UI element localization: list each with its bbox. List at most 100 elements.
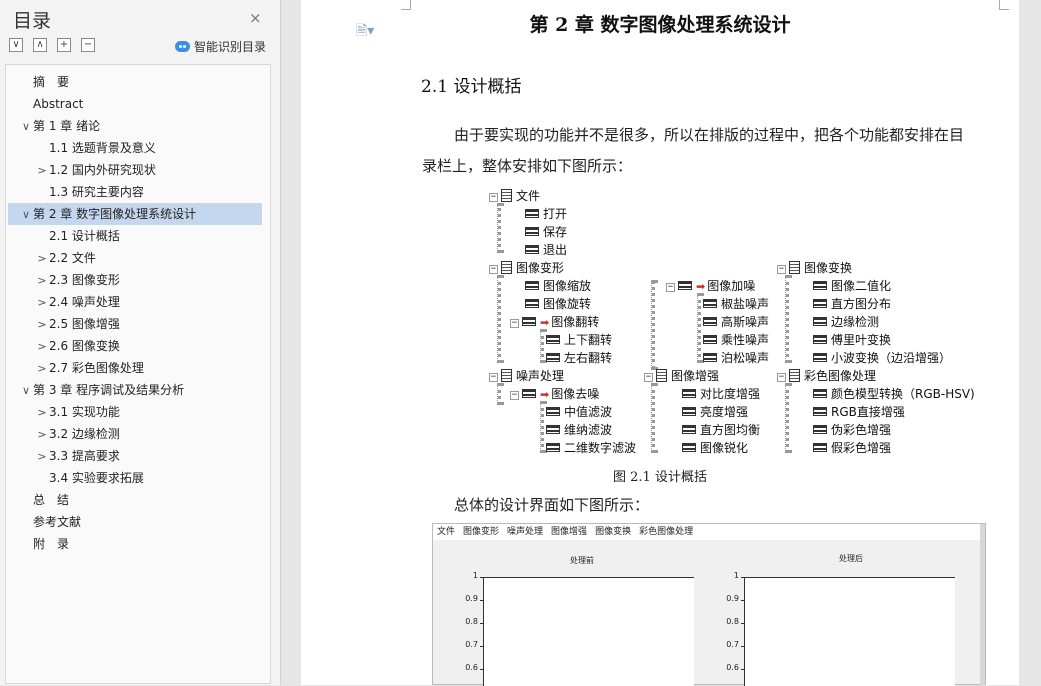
y-tick-label: 0.8 — [465, 617, 478, 626]
toc-item[interactable]: >3.3 提高要求 — [11, 445, 120, 467]
toc-item[interactable]: ∨ 第 2 章 数字图像处理系统设计 — [8, 203, 262, 225]
tree-line — [651, 383, 655, 453]
tree-item: 泊松噪声 — [703, 350, 769, 366]
toc-item[interactable]: 附 录 — [11, 533, 69, 555]
paragraph-line: 录栏上，整体安排如下图所示： — [422, 157, 633, 175]
chevron-right-icon[interactable]: > — [35, 160, 49, 182]
toc-list: 摘 要 Abstract ∨ 第 1 章 绪论 1.1 选题背景及意义 >1.2 国内外研… — [5, 64, 271, 684]
toc-item[interactable]: 1.3 研究主要内容 — [11, 181, 144, 203]
tree-item: 退出 — [525, 242, 567, 258]
corner-mark — [999, 0, 1009, 10]
toc-item[interactable]: >2.2 文件 — [11, 247, 96, 269]
y-tick — [480, 600, 483, 601]
gui-scrollbar — [980, 524, 985, 686]
toc-item[interactable]: >3.1 实现功能 — [11, 401, 120, 423]
smart-toc-label: 智能识别目录 — [194, 40, 267, 54]
toc-item[interactable]: ∨ 第 1 章 绪论 — [11, 115, 100, 137]
y-tick — [741, 669, 744, 670]
toc-sidebar: 目录 × ∨ ∧ + − 智能识别目录 摘 要 Abstract ∨ 第 1 章 绪论… — [0, 0, 281, 685]
toc-item[interactable]: 总 结 — [11, 489, 69, 511]
gui-menu-item: 图像变换 — [595, 527, 632, 537]
chevron-right-icon[interactable]: > — [35, 270, 49, 292]
gui-menu-item: 图像变形 — [463, 527, 500, 537]
toc-item-label: 参考文献 — [33, 515, 82, 529]
menu-item-icon — [525, 245, 539, 254]
collapse-all-icon[interactable]: ∨ — [9, 38, 23, 52]
y-tick-label: 1 — [733, 571, 739, 580]
chevron-down-icon[interactable]: ∨ — [19, 380, 33, 402]
tree-node-file: − 文件 — [489, 189, 541, 203]
tree-line — [785, 275, 789, 363]
tree-item: 直方图分布 — [813, 296, 891, 312]
gui-menu-item: 文件 — [437, 527, 456, 537]
toc-item[interactable]: 摘 要 — [11, 71, 69, 93]
toc-item-label: 2.2 文件 — [49, 251, 96, 265]
document-icon — [789, 261, 800, 274]
y-tick — [741, 646, 744, 647]
toc-item-label: 3.1 实现功能 — [49, 405, 120, 419]
tree-line — [497, 203, 501, 253]
toc-item-label: 3.3 提高要求 — [49, 449, 120, 463]
menu-item-icon — [813, 335, 827, 344]
toc-item[interactable]: 2.1 设计概括 — [11, 225, 120, 247]
menu-item-icon — [813, 389, 827, 398]
add-heading-icon[interactable]: + — [57, 38, 71, 52]
tree-item: 二维数字滤波 — [546, 440, 636, 456]
tree-node-color: − 彩色图像处理 — [777, 369, 877, 383]
toc-item[interactable]: >2.7 彩色图像处理 — [11, 357, 144, 379]
tree-item: 伪彩色增强 — [813, 422, 891, 438]
figure-caption: 图 2.1 设计概括 — [613, 470, 707, 485]
expand-up-icon[interactable]: ∧ — [33, 38, 47, 52]
toc-item-label: 第 1 章 绪论 — [33, 119, 101, 133]
chevron-right-icon[interactable]: > — [35, 314, 49, 336]
toc-item[interactable]: Abstract — [11, 93, 83, 115]
tree-item: 图像二值化 — [813, 278, 891, 294]
plot-title-after: 处理后 — [839, 554, 863, 563]
toc-item[interactable]: >2.3 图像变形 — [11, 269, 120, 291]
chevron-down-icon[interactable]: ∨ — [19, 116, 33, 138]
toc-item[interactable]: 3.4 实验要求拓展 — [11, 467, 144, 489]
chevron-right-icon[interactable]: > — [35, 248, 49, 270]
toc-item[interactable]: 1.1 选题背景及意义 — [11, 137, 156, 159]
toc-item[interactable]: 参考文献 — [11, 511, 81, 533]
menu-item-icon — [525, 209, 539, 218]
chevron-down-icon[interactable]: ∨ — [19, 204, 33, 226]
toc-item[interactable]: >2.4 噪声处理 — [11, 291, 120, 313]
toc-item[interactable]: >3.2 边缘检测 — [11, 423, 120, 445]
tree-item: 打开 — [525, 206, 567, 222]
ai-robot-icon — [175, 41, 190, 52]
toc-item[interactable]: >2.5 图像增强 — [11, 313, 120, 335]
chevron-right-icon[interactable]: > — [35, 336, 49, 358]
y-tick-label: 0.6 — [465, 663, 478, 672]
smart-toc-button[interactable]: 智能识别目录 — [175, 38, 266, 55]
toc-item[interactable]: ∨ 第 3 章 程序调试及结果分析 — [11, 379, 184, 401]
menu-item-icon — [703, 353, 717, 362]
gui-menu-item: 噪声处理 — [507, 527, 544, 537]
y-tick — [741, 623, 744, 624]
menu-item-icon — [546, 335, 560, 344]
toc-item-label: 附 录 — [33, 537, 70, 551]
chevron-right-icon[interactable]: > — [35, 358, 49, 380]
toc-item[interactable]: >1.2 国内外研究现状 — [11, 159, 156, 181]
sidebar-title: 目录 — [13, 10, 52, 32]
tree-item: RGB直接增强 — [813, 404, 905, 420]
toc-item-label: 第 3 章 程序调试及结果分析 — [33, 383, 185, 397]
y-tick-label: 0.7 — [465, 640, 478, 649]
chevron-right-icon[interactable]: > — [35, 292, 49, 314]
toc-item-label: 2.6 图像变换 — [49, 339, 120, 353]
document-icon — [501, 189, 512, 202]
tree-item: 亮度增强 — [682, 404, 748, 420]
remove-heading-icon[interactable]: − — [81, 38, 95, 52]
plot-area-before — [483, 577, 694, 686]
toc-item[interactable]: >2.6 图像变换 — [11, 335, 120, 357]
document-icon — [501, 261, 512, 274]
chevron-right-icon[interactable]: > — [35, 402, 49, 424]
menu-item-icon — [813, 281, 827, 290]
document-icon — [656, 369, 667, 382]
y-tick-label: 0.9 — [726, 594, 739, 603]
chevron-right-icon[interactable]: > — [35, 424, 49, 446]
tree-item: 边缘检测 — [813, 314, 879, 330]
chevron-right-icon[interactable]: > — [35, 446, 49, 468]
close-icon[interactable]: × — [249, 9, 262, 27]
menu-item-icon — [522, 389, 536, 398]
